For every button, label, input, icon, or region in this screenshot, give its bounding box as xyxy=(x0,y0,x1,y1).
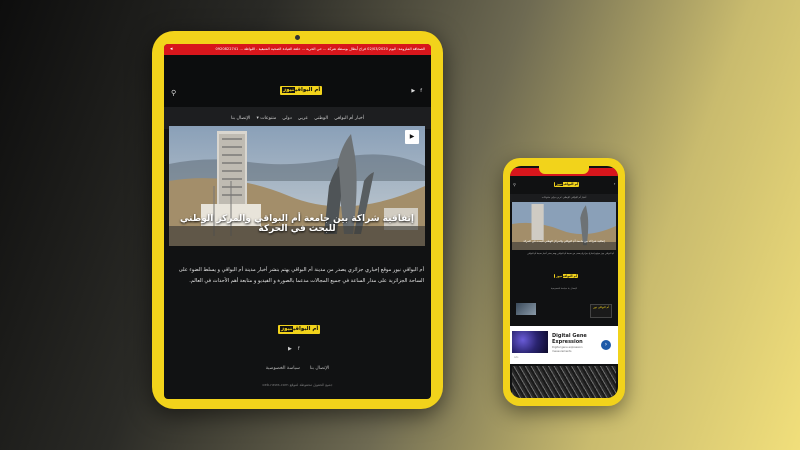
site-logo[interactable]: أم البواقينيوز xyxy=(280,86,323,95)
nav-item-contact[interactable]: الإتصال بنا xyxy=(231,116,250,121)
phone-footer-logo-tag: نيوز xyxy=(555,274,564,278)
copyright: جميع الحقوق محفوظة لموقع oeb-news.com xyxy=(262,383,333,387)
phone-logo-text: أم البواقي xyxy=(563,182,579,186)
ticker-arrow-icon: ◂ xyxy=(170,46,173,52)
logo-tag: نيوز xyxy=(282,87,296,93)
phone-footer-logo-text: أم البواقي xyxy=(563,274,577,278)
play-icon[interactable]: ▶ xyxy=(405,130,419,144)
nav-item-misc[interactable]: متنوعات ▾ xyxy=(256,116,276,121)
phone-footer-logo[interactable]: أم البواقينيوز xyxy=(554,274,578,278)
phone-description: أم البواقي نيوز موقع إخباري جزائري يصدر … xyxy=(527,252,614,255)
tablet-device: الصحافة الملزومة: اليوم 02/03/2020 فراخ … xyxy=(152,31,443,409)
phone-hero-title[interactable]: إتفاقية شراكة بين جامعة أم البواقي والمر… xyxy=(512,239,616,243)
search-icon[interactable]: ⚲ xyxy=(171,89,176,97)
phone-promo-banner[interactable]: أم البواقي نيوز xyxy=(590,304,612,318)
site-description: أم البواقي نيوز موقع إخباري جزائري يصدر … xyxy=(178,267,424,284)
hero-headline[interactable]: إتفاقية شراكة بين جامعة أم البواقي والمر… xyxy=(169,214,425,234)
phone-bottom-image[interactable] xyxy=(512,366,616,398)
footer-link-contact[interactable]: الإتصال بنا xyxy=(310,366,329,371)
search-icon[interactable]: ⚲ xyxy=(513,182,516,187)
tablet-camera xyxy=(295,35,300,40)
ticker-text: الصحافة الملزومة: اليوم 02/03/2020 فراخ … xyxy=(215,47,425,51)
logo-text: أم البواقي xyxy=(295,87,321,93)
footer-logo-tag: نيوز xyxy=(280,326,294,332)
arrow-right-icon[interactable]: › xyxy=(601,340,611,350)
phone-screen: ⚲ أم البواقينيوز f أخبار أم البواقي الوط… xyxy=(510,166,618,398)
nav-item-arab[interactable]: عربي xyxy=(298,116,308,121)
footer-social: ▶ f xyxy=(288,346,300,352)
nav-item-national[interactable]: الوطني xyxy=(314,116,328,121)
phone-logo[interactable]: أم البواقينيوز xyxy=(554,182,580,187)
footer-logo-text: أم البواقي xyxy=(293,326,319,332)
facebook-icon[interactable]: f xyxy=(420,88,422,94)
phone-device: ⚲ أم البواقينيوز f أخبار أم البواقي الوط… xyxy=(503,158,625,406)
phone-header: ⚲ أم البواقينيوز f xyxy=(510,176,618,194)
phone-thumbnail[interactable] xyxy=(516,303,536,315)
breaking-news-ticker[interactable]: الصحافة الملزومة: اليوم 02/03/2020 فراخ … xyxy=(164,44,431,55)
advertisement[interactable]: Digital Gene Expression Digital gene exp… xyxy=(510,326,618,364)
footer-logo[interactable]: أم البواقينيوز xyxy=(278,325,321,334)
nav-item-news[interactable]: أخبار أم البواقي xyxy=(334,116,364,121)
facebook-icon[interactable]: f xyxy=(614,182,615,186)
ad-label: Ads xyxy=(514,356,519,359)
youtube-icon[interactable]: ▶ xyxy=(411,88,415,94)
tablet-screen: الصحافة الملزومة: اليوم 02/03/2020 فراخ … xyxy=(164,44,431,399)
footer-links: الإتصال بنا سياسة الخصوصية xyxy=(164,366,431,371)
ad-image xyxy=(512,331,548,353)
footer-link-privacy[interactable]: سياسة الخصوصية xyxy=(266,366,300,371)
phone-footer-links[interactable]: الإتصال بنا سياسة الخصوصية xyxy=(510,287,618,290)
nav-item-international[interactable]: دولي xyxy=(282,116,292,121)
social-links: ▶ f xyxy=(411,88,422,94)
hero-slide[interactable]: ▶ إتفاقية شراكة بين جامعة أم البواقي وال… xyxy=(169,126,425,246)
phone-nav[interactable]: أخبار أم البواقي الوطني عربي دولي متنوعا… xyxy=(510,194,618,202)
facebook-icon[interactable]: f xyxy=(298,346,300,352)
site-header: ⚲ أم البواقينيوز ▶ f xyxy=(164,55,431,107)
youtube-icon[interactable]: ▶ xyxy=(288,346,292,352)
ad-subtitle: Digital gene expression measurements xyxy=(552,346,583,353)
phone-notch xyxy=(539,166,589,174)
